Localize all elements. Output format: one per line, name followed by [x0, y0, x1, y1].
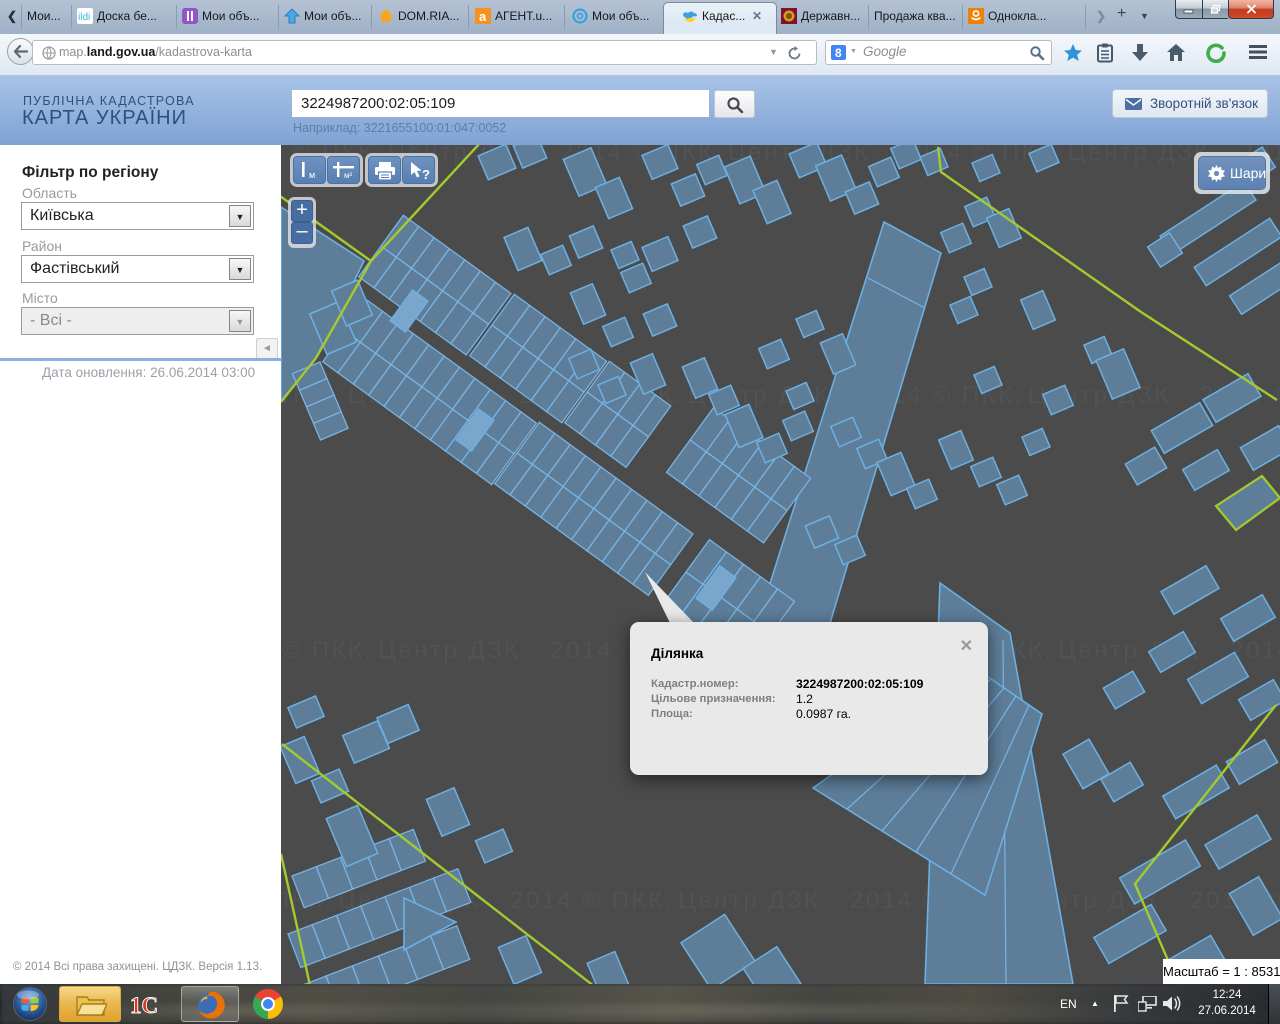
- svg-text:a: a: [479, 9, 487, 24]
- svg-text:Центр ДЗК: Центр ДЗК: [1068, 145, 1211, 166]
- svg-text:2014 © ПКК.: 2014 © ПКК.: [281, 637, 374, 664]
- svg-text:2014 © ПКК.: 2014 © ПКК.: [510, 887, 674, 914]
- svg-text:м²: м²: [344, 171, 353, 180]
- svg-text:8: 8: [835, 46, 842, 60]
- svg-text:м: м: [309, 170, 315, 180]
- svg-text:?: ?: [422, 167, 430, 182]
- svg-text:Центр ДЗК: Центр ДЗК: [378, 637, 521, 664]
- svg-text:1С: 1С: [130, 993, 158, 1018]
- svg-text:Центр ДЗК: Центр ДЗК: [678, 887, 821, 914]
- svg-text:ildi: ildi: [78, 12, 90, 23]
